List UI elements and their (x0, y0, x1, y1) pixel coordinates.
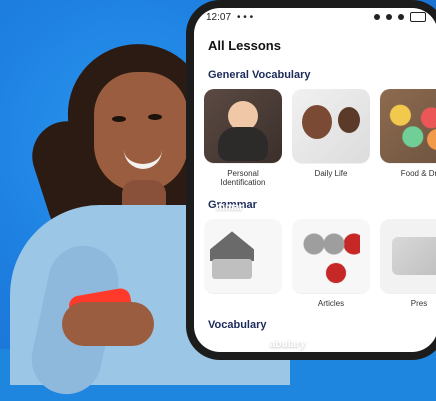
phone-mockup: 12:07 • • • All Lessons General Vocabula… (186, 0, 436, 360)
battery-icon (410, 12, 426, 22)
lesson-thumbnail (204, 89, 282, 163)
section-title-cutoff: mmar (216, 202, 244, 213)
lesson-title: Articles (317, 299, 345, 309)
status-time: 12:07 (206, 11, 232, 23)
face (94, 72, 188, 192)
lesson-title: Personal Identification (220, 169, 266, 188)
lesson-card[interactable] (204, 219, 282, 308)
lesson-card[interactable]: Pres (380, 219, 436, 308)
lesson-title: Daily Life (314, 169, 348, 178)
lesson-thumbnail (204, 219, 282, 294)
page-title: All Lessons (208, 38, 281, 53)
lesson-title: Food & Dr (400, 169, 436, 178)
lesson-card[interactable]: Daily Life (292, 89, 370, 187)
status-left: 12:07 • • • (206, 12, 253, 23)
lesson-row-grammar: Articles Pres (194, 219, 436, 308)
lesson-card[interactable]: Food & Dr (380, 89, 436, 187)
status-right (374, 12, 426, 22)
status-bar: 12:07 • • • (194, 8, 436, 26)
lesson-card[interactable]: Articles (292, 219, 370, 308)
status-dots: • • • (237, 11, 254, 23)
wifi-icon (398, 14, 404, 20)
lesson-title: Pres (410, 299, 428, 309)
lesson-thumbnail (292, 219, 370, 294)
hand (62, 302, 154, 346)
section-title-cutoff: abulary (270, 339, 306, 350)
alarm-icon (386, 14, 392, 20)
bluetooth-icon (374, 14, 380, 20)
lesson-thumbnail (292, 89, 370, 163)
section-title-vocabulary: Vocabulary (208, 318, 267, 331)
section-title-general-vocabulary: General Vocabulary (208, 69, 311, 81)
lesson-row-general-vocabulary: Personal Identification Daily Life Food … (194, 89, 436, 187)
phone-screen: 12:07 • • • All Lessons General Vocabula… (194, 8, 436, 352)
lesson-thumbnail (380, 89, 436, 163)
lesson-card[interactable]: Personal Identification (204, 89, 282, 187)
lesson-thumbnail (380, 219, 436, 294)
